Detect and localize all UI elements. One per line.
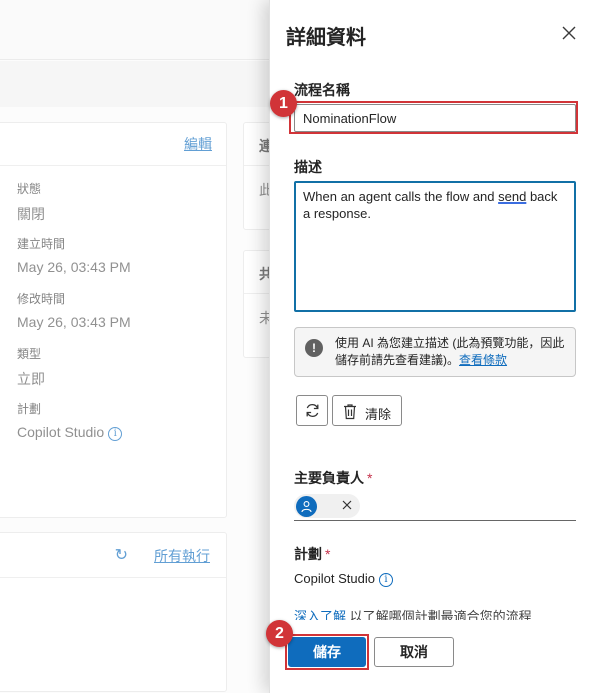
step-2-badge: 2 [266, 620, 293, 647]
regenerate-button[interactable] [296, 395, 328, 426]
info-icon: ! [305, 339, 323, 357]
refresh-icon [306, 404, 319, 417]
flow-name-input[interactable] [294, 104, 576, 132]
clear-button[interactable]: 清除 [332, 395, 402, 426]
step-1-badge: 1 [270, 90, 297, 117]
ai-note-text: 使用 AI 為您建立描述 (此為預覽功能，因此儲存前請先查看建議)。 [335, 336, 565, 367]
person-icon [301, 501, 312, 513]
required-mark: * [325, 546, 331, 562]
plan-section-value: Copilot Studio [294, 571, 375, 586]
flow-name-label: 流程名稱 [294, 82, 350, 98]
save-button[interactable]: 儲存 [288, 637, 366, 667]
ai-description-note: ! 使用 AI 為您建立描述 (此為預覽功能，因此儲存前請先查看建議)。查看條款 [294, 327, 576, 377]
view-terms-link[interactable]: 查看條款 [459, 353, 507, 367]
primary-owner-picker[interactable] [294, 490, 576, 521]
trash-icon [344, 404, 356, 420]
plan-value-row: Copilot Studio i [294, 571, 393, 587]
learn-more-line: 深入了解 以了解哪個計劃最適合您的流程 [294, 606, 594, 620]
required-mark: * [367, 470, 373, 486]
panel-title: 詳細資料 [286, 27, 366, 49]
remove-icon[interactable] [340, 498, 354, 512]
owner-chip[interactable] [294, 494, 360, 518]
description-label: 描述 [294, 159, 322, 175]
info-icon[interactable]: i [378, 573, 393, 587]
primary-owner-label-text: 主要負責人 [294, 470, 364, 486]
avatar [296, 496, 317, 517]
overlay-scrim[interactable] [0, 0, 270, 693]
close-icon [562, 26, 576, 40]
details-panel: 詳細資料 流程名稱 1 描述 When an agent calls the f… [266, 0, 613, 693]
description-spellcheck-word: send [498, 189, 527, 204]
learn-more-link[interactable]: 深入了解 [294, 609, 346, 620]
clear-button-label: 清除 [365, 407, 392, 422]
primary-owner-label: 主要負責人 * [294, 468, 372, 488]
plan-section-label: 計劃 * [294, 544, 330, 564]
description-textarea[interactable]: When an agent calls the flow and send ba… [294, 181, 576, 312]
description-text-start: When an agent calls the flow and [303, 189, 499, 204]
close-button[interactable] [558, 22, 580, 44]
learn-more-text: 以了解哪個計劃最適合您的流程 [349, 609, 532, 620]
plan-section-label-text: 計劃 [294, 546, 322, 562]
cancel-button[interactable]: 取消 [374, 637, 454, 667]
